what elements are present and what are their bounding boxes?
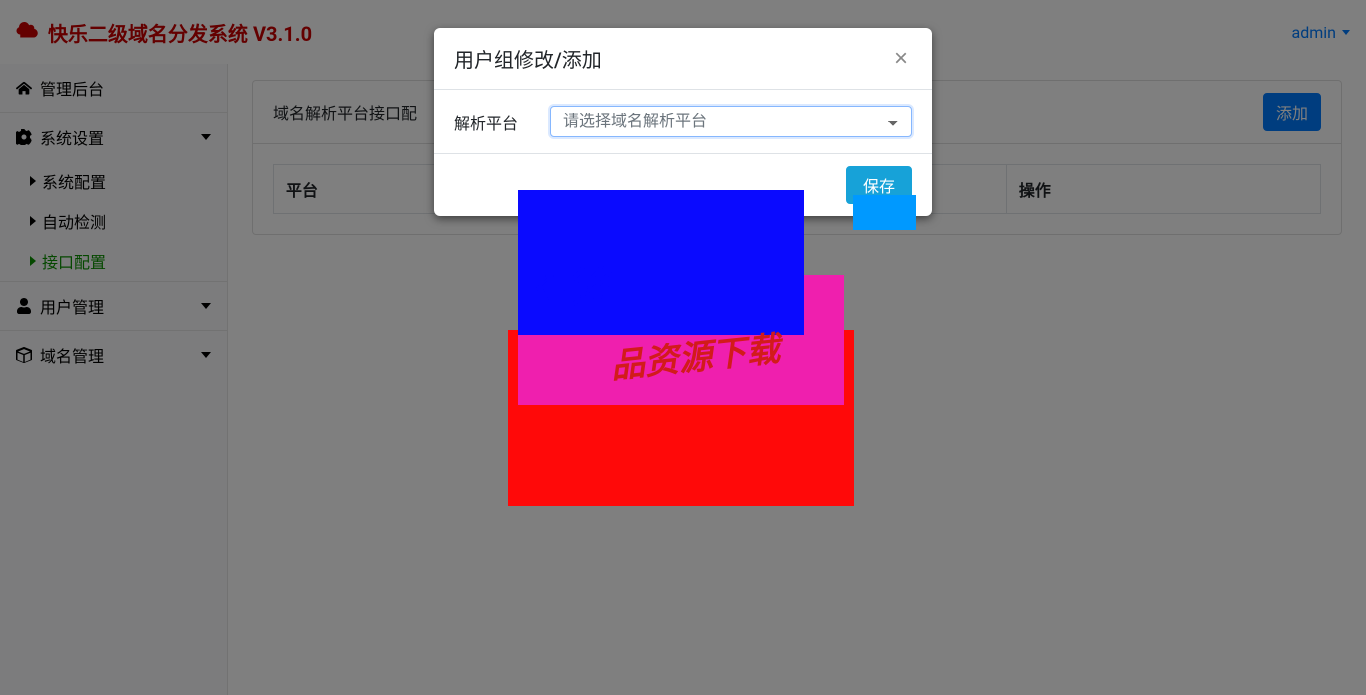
platform-select[interactable]: 请选择域名解析平台	[550, 106, 912, 137]
overlay-text-1: K-铭	[523, 253, 609, 317]
close-icon[interactable]: ×	[890, 47, 912, 71]
platform-label: 解析平台	[454, 110, 534, 134]
modal-title: 用户组修改/添加	[454, 44, 602, 73]
usergroup-modal: 用户组修改/添加 × 解析平台 请选择域名解析平台 保存	[434, 28, 932, 216]
overlay-band	[853, 195, 916, 230]
